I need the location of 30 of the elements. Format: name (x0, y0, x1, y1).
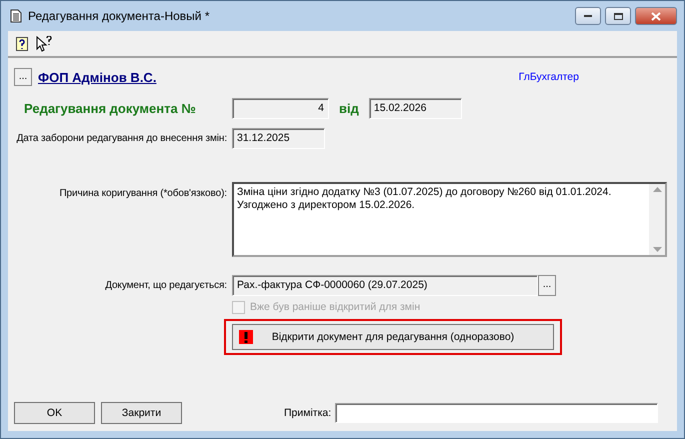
note-label: Примітка: (284, 407, 332, 419)
close-button[interactable] (635, 7, 677, 25)
close-icon (651, 12, 661, 20)
document-icon (10, 9, 22, 23)
user-role: ГлБухгалтер (518, 71, 579, 83)
browse-button[interactable]: ... (538, 274, 556, 296)
maximize-button[interactable] (605, 7, 631, 25)
minimize-icon (584, 14, 592, 18)
note-field[interactable] (335, 403, 658, 423)
document-number-field[interactable]: 4 (232, 98, 329, 118)
warning-icon (239, 330, 253, 344)
document-date-field[interactable]: 15.02.2026 (368, 98, 462, 118)
organization-link[interactable]: ФОП Адмінов В.С. (38, 70, 156, 84)
minimize-button[interactable] (575, 7, 601, 25)
open-document-button[interactable]: Відкрити документ для редагування (одноразово) (232, 324, 554, 350)
ok-button[interactable]: OK (14, 402, 95, 424)
edited-document-field[interactable]: Рах.-фактура СФ-0000060 (29.07.2025) (232, 274, 538, 296)
pointer-help-icon[interactable] (36, 36, 53, 52)
checkbox-label: Вже був раніше відкритий для змін (250, 301, 420, 313)
lock-date-label: Дата заборони редагування до внесення змін: (16, 132, 228, 144)
date-label: від (339, 100, 359, 116)
help-icon[interactable] (16, 36, 28, 50)
edited-document-label: Документ, що редагується: (104, 280, 228, 290)
lock-date-field[interactable]: 31.12.2025 (232, 128, 325, 148)
document-number-label: Редагування документа № (23, 100, 197, 116)
reason-label: Причина коригування (*обов'язково): (58, 187, 228, 199)
browse-button[interactable]: ... (14, 68, 32, 86)
maximize-icon (614, 12, 622, 20)
window-title: Редагування документа-Новый * (28, 9, 210, 23)
close-dialog-button[interactable]: Закрити (101, 402, 182, 424)
